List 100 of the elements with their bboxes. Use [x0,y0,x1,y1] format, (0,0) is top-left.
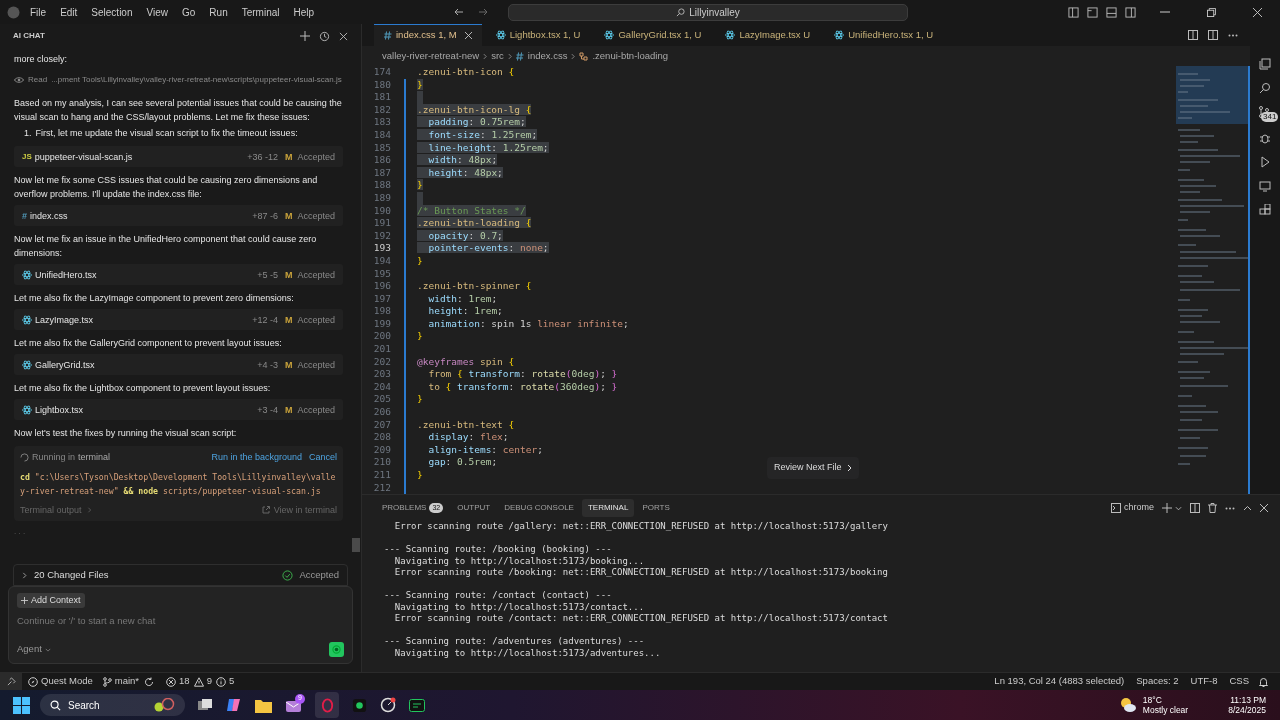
file-name[interactable]: puppeteer-visual-scan.js [34,149,133,164]
panel-tab[interactable]: PORTS [636,499,676,517]
menu-item[interactable]: Run [209,4,228,20]
error-count[interactable]: 18 [179,674,190,689]
chevron-right-icon[interactable] [22,571,28,579]
debug-icon[interactable] [1259,132,1271,144]
panel-tab[interactable]: OUTPUT [451,499,497,517]
file-change-card[interactable]: Lightbox.tsx +3 -4 M Accepted [14,399,343,420]
status-bar-item[interactable]: UTF-8 [1190,674,1218,689]
close-icon[interactable] [464,32,472,39]
file-change-card[interactable]: UnifiedHero.tsx +5 -5 M Accepted [14,264,343,285]
compare-icon[interactable] [1188,30,1198,40]
folder-icon[interactable] [255,697,272,713]
more-icon[interactable] [1228,33,1238,37]
changed-files-label[interactable]: 20 Changed Files [34,567,109,583]
taskbar-search-field[interactable]: Search [40,694,185,716]
menu-item[interactable]: Terminal [241,4,280,20]
branch-status[interactable]: main* [114,674,140,689]
code-line: display: flex; [427,431,509,443]
minimap-viewport[interactable] [1176,66,1250,124]
command-search-field[interactable]: Lillyinvalley [508,3,909,21]
status-bar-item[interactable]: CSS [1229,674,1249,689]
menu-item[interactable]: Selection [91,4,133,20]
speedometer-icon[interactable] [380,697,396,713]
file-change-card[interactable]: JS puppeteer-visual-scan.js +36 -12 M Accepted [14,146,343,167]
editor-tab[interactable]: LazyImage.tsx U [715,24,821,46]
breadcrumb-item[interactable]: valley-river-retreat-new [382,48,480,64]
file-name[interactable]: GalleryGrid.tsx [35,357,95,372]
app-logo-icon[interactable] [7,5,20,19]
bell-icon[interactable] [1259,676,1268,687]
menu-item[interactable]: File [30,4,47,20]
copilot-icon[interactable] [226,697,242,713]
active-app-indicator[interactable] [315,692,339,718]
file-name[interactable]: index.css [30,208,68,223]
panel-tab[interactable]: DEBUG CONSOLE [498,499,580,517]
editor-tab[interactable]: GalleryGrid.tsx 1, U [594,24,712,46]
file-name[interactable]: Lightbox.tsx [35,402,84,417]
more-icon[interactable] [1225,506,1235,510]
menu-item[interactable]: Edit [60,4,78,20]
clock-time[interactable]: 11:13 PM [1230,695,1266,705]
mode-status[interactable]: Quest Mode [41,674,93,689]
panel-toggle-icon[interactable] [1106,6,1117,18]
chevron-up-icon[interactable] [1243,505,1252,511]
split-editor-icon[interactable] [1208,30,1218,40]
terminal-app-icon[interactable] [409,697,425,713]
chevron-down-icon[interactable] [1175,505,1182,511]
chat-input-field[interactable]: Continue or '/' to start a new chat [17,614,344,629]
scrollbar-thumb[interactable] [352,538,360,552]
run-icon[interactable] [1259,156,1271,168]
split-layout-icon[interactable] [1125,6,1136,18]
sync-icon[interactable] [144,676,155,687]
editor-tab[interactable]: Lightbox.tsx 1, U [485,24,591,46]
menu-item[interactable]: View [146,4,168,20]
split-icon[interactable] [1190,503,1200,513]
mode-dropdown[interactable]: Agent [17,642,51,657]
clock-date[interactable]: 8/24/2025 [1228,705,1266,715]
close-icon[interactable] [339,31,348,41]
editor-tab[interactable]: index.css 1, M [374,24,482,46]
plus-icon[interactable] [1162,503,1172,513]
menu-item[interactable]: Go [182,4,196,20]
chat-bubble-icon[interactable] [352,697,367,713]
review-next-file-button[interactable]: Review Next File [767,457,859,479]
file-path[interactable]: ...pment Tools\Lillyinvalley\valley-river-retreat-new\scripts\puppeteer-visual-scan.js [51,73,342,87]
windows-logo-icon[interactable] [13,696,30,714]
trash-icon[interactable] [1208,503,1217,513]
file-change-card[interactable]: LazyImage.tsx +12 -4 M Accepted [14,309,343,330]
plus-icon[interactable] [300,31,310,41]
history-icon[interactable] [319,30,330,42]
status-bar-item[interactable]: Spaces: 2 [1136,674,1179,689]
close-icon[interactable] [1260,504,1268,512]
search-icon[interactable] [1259,82,1271,94]
panel-tab[interactable]: TERMINAL [581,499,635,517]
sidebar-toggle-icon[interactable] [1087,6,1098,18]
task-view-icon[interactable] [197,697,213,713]
send-button[interactable] [329,642,344,657]
breadcrumb-item[interactable]: src [491,48,504,64]
remote-icon[interactable] [1259,180,1271,192]
run-in-background-link[interactable]: Run in the background [211,450,302,464]
file-change-card[interactable]: GalleryGrid.tsx +4 -3 M Accepted [14,354,343,375]
remote-indicator[interactable] [0,672,22,691]
forward-arrow-icon[interactable] [478,7,489,17]
weather-text[interactable]: Mostly clear [1142,705,1189,715]
status-bar-item[interactable]: Ln 193, Col 24 (4883 selected) [994,674,1125,689]
extensions-icon[interactable] [1259,204,1271,216]
back-arrow-icon[interactable] [454,7,465,17]
file-name[interactable]: UnifiedHero.tsx [35,267,97,282]
editor-tab[interactable]: UnifiedHero.tsx 1, U [824,24,944,46]
info-count[interactable]: 5 [228,674,235,689]
file-name[interactable]: LazyImage.tsx [35,312,94,327]
cancel-link[interactable]: Cancel [309,450,337,464]
copy-icon[interactable] [1259,58,1271,70]
temperature-text[interactable]: 18°C [1142,695,1189,705]
menu-item[interactable]: Help [293,4,315,20]
add-context-button[interactable]: Add Context [17,593,85,608]
layout-icon[interactable] [1068,6,1079,18]
breadcrumb-item[interactable]: .zenui-btn-loading [592,48,668,64]
warning-count[interactable]: 9 [206,674,212,689]
file-change-card[interactable]: # index.css +87 -6 M Accepted [14,205,343,226]
terminal-name[interactable]: chrome [1124,501,1154,515]
breadcrumb-item[interactable]: index.css [527,48,568,64]
